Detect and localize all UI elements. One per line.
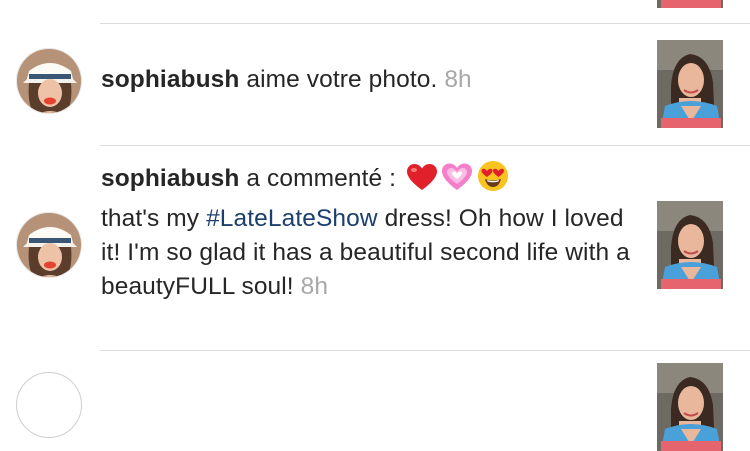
red-heart-icon <box>406 164 437 202</box>
row-divider <box>100 350 750 351</box>
partial-photo-thumbnail[interactable] <box>657 0 723 8</box>
partial-photo-thumbnail[interactable] <box>657 363 723 451</box>
comment-text-start: that's my <box>101 205 207 232</box>
heart-eyes-face-icon <box>477 160 509 202</box>
user-avatar[interactable] <box>16 48 82 114</box>
hashtag-link[interactable]: #LateLateShow <box>206 205 378 232</box>
timestamp: 8h <box>300 273 329 300</box>
photo-thumbnail[interactable] <box>657 40 723 128</box>
timestamp: 8h <box>444 66 472 93</box>
notification-text: sophiabush a commenté : that's my #LateL… <box>101 160 631 304</box>
notification-action: a commenté : <box>239 165 403 192</box>
notification-comment[interactable]: sophiabush a commenté : that's my #LateL… <box>0 146 750 350</box>
user-avatar[interactable] <box>16 212 82 278</box>
username-link[interactable]: sophiabush <box>101 66 239 93</box>
notification-text: sophiabush aime votre photo. 8h <box>101 63 631 97</box>
user-avatar-partial[interactable] <box>16 372 82 438</box>
username-link[interactable]: sophiabush <box>101 165 239 192</box>
photo-thumbnail[interactable] <box>657 201 723 289</box>
sparkling-heart-icon <box>441 162 473 202</box>
notification-action: aime votre photo. <box>239 66 438 93</box>
notification-like[interactable]: sophiabush aime votre photo. 8h <box>0 24 750 144</box>
